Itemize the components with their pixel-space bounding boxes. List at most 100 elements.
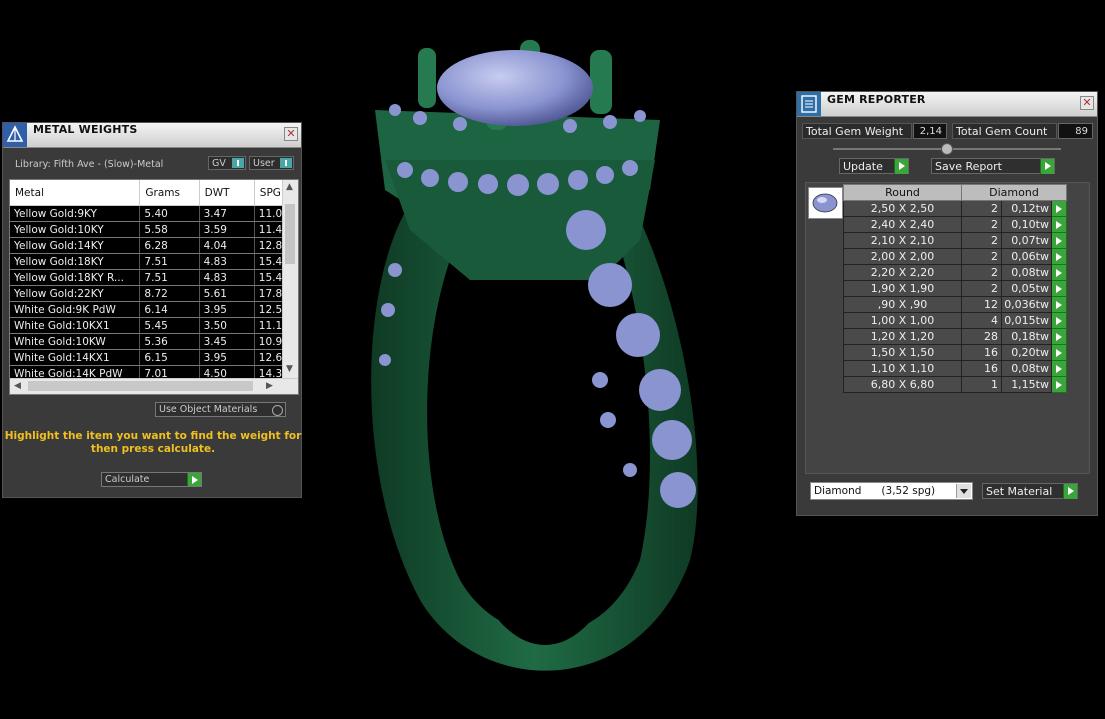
table-row[interactable]: 2,10 X 2,10 2 0,07tw: [843, 232, 1067, 249]
metal-weights-title: METAL WEIGHTS: [33, 123, 138, 136]
chevron-down-icon[interactable]: [956, 484, 971, 498]
scroll-left-icon[interactable]: ◀: [14, 382, 21, 391]
scroll-up-icon[interactable]: ▲: [286, 183, 293, 192]
cell-metal: Yellow Gold:18KY: [10, 253, 141, 270]
table-row[interactable]: 6,80 X 6,80 1 1,15tw: [843, 376, 1067, 393]
col-grams[interactable]: Grams: [139, 180, 200, 206]
table-row[interactable]: ,90 X ,90 12 0,036tw: [843, 296, 1067, 313]
table-row[interactable]: White Gold:14KX1 6.15 3.95 12.61: [10, 349, 298, 366]
cell-dwt: 4.83: [199, 253, 255, 270]
cell-count: 2: [961, 280, 1002, 297]
table-row[interactable]: Yellow Gold:18KY R... 7.51 4.83 15.41: [10, 269, 298, 286]
row-select-arrow-icon[interactable]: [1051, 296, 1067, 313]
col-shape: Round: [843, 184, 962, 201]
cell-metal: White Gold:9K PdW: [10, 301, 141, 318]
cell-weight: 0,10tw: [1001, 216, 1052, 233]
table-row[interactable]: 2,00 X 2,00 2 0,06tw: [843, 248, 1067, 265]
cell-dwt: 3.45: [199, 333, 255, 350]
table-row[interactable]: Yellow Gold:14KY 6.28 4.04 12.88: [10, 237, 298, 254]
table-row[interactable]: 2,40 X 2,40 2 0,10tw: [843, 216, 1067, 233]
cell-metal: Yellow Gold:9KY: [10, 205, 141, 222]
toggle-user[interactable]: User: [249, 156, 294, 170]
row-select-arrow-icon[interactable]: [1051, 200, 1067, 217]
cell-grams: 6.28: [139, 237, 200, 254]
toggle-gv-label: GV: [212, 158, 226, 169]
metal-table-hscroll[interactable]: ◀ ▶: [10, 378, 298, 394]
col-dwt[interactable]: DWT: [199, 180, 255, 206]
calculate-button[interactable]: Calculate: [101, 472, 202, 487]
close-icon[interactable]: ✕: [284, 127, 298, 141]
metal-table: Metal Grams DWT SPG Yellow Gold:9KY 5.40 3…: [10, 180, 298, 382]
row-select-arrow-icon[interactable]: [1051, 360, 1067, 377]
toggle-indicator-icon: [280, 158, 292, 168]
metal-table-header: Metal Grams DWT SPG: [10, 180, 298, 206]
col-metal[interactable]: Metal: [10, 180, 141, 206]
cell-size: 1,50 X 1,50: [843, 344, 962, 361]
col-material: Diamond: [961, 184, 1067, 201]
total-gem-weight-label: Total Gem Weight: [802, 123, 912, 139]
set-material-button[interactable]: Set Material: [982, 483, 1078, 499]
gem-report-icon: [797, 92, 821, 116]
cell-grams: 5.40: [139, 205, 200, 222]
cell-dwt: 4.83: [199, 269, 255, 286]
radio-icon[interactable]: [272, 405, 283, 416]
table-row[interactable]: White Gold:10KX1 5.45 3.50 11.18: [10, 317, 298, 334]
round-gem-thumbnail-icon[interactable]: [808, 187, 843, 219]
table-row[interactable]: Yellow Gold:10KY 5.58 3.59 11.45: [10, 221, 298, 238]
slider-handle[interactable]: [941, 143, 953, 155]
cell-size: ,90 X ,90: [843, 296, 962, 313]
gem-reporter-titlebar[interactable]: GEM REPORTER ✕: [797, 92, 1097, 117]
table-row[interactable]: 1,10 X 1,10 16 0,08tw: [843, 360, 1067, 377]
row-select-arrow-icon[interactable]: [1051, 216, 1067, 233]
row-select-arrow-icon[interactable]: [1051, 232, 1067, 249]
hscroll-thumb[interactable]: [28, 381, 253, 391]
table-row[interactable]: White Gold:10KW 5.36 3.45 10.99: [10, 333, 298, 350]
cell-count: 2: [961, 248, 1002, 265]
gem-table-header: Round Diamond: [843, 184, 1067, 201]
row-select-arrow-icon[interactable]: [1051, 344, 1067, 361]
table-row[interactable]: 2,20 X 2,20 2 0,08tw: [843, 264, 1067, 281]
metal-table-vscroll[interactable]: ▲ ▼: [282, 180, 298, 378]
cell-metal: White Gold:10KX1: [10, 317, 141, 334]
table-row[interactable]: Yellow Gold:9KY 5.40 3.47 11.08: [10, 205, 298, 222]
play-arrow-icon: [1063, 484, 1077, 499]
cell-weight: 0,08tw: [1001, 360, 1052, 377]
metal-weights-titlebar[interactable]: METAL WEIGHTS ✕: [3, 123, 301, 148]
table-row[interactable]: 1,50 X 1,50 16 0,20tw: [843, 344, 1067, 361]
material-dropdown[interactable]: Diamond (3,52 spg): [810, 482, 973, 500]
vscroll-thumb[interactable]: [285, 204, 295, 264]
cell-weight: 0,06tw: [1001, 248, 1052, 265]
cell-grams: 7.51: [139, 253, 200, 270]
cell-grams: 5.58: [139, 221, 200, 238]
table-row[interactable]: 2,50 X 2,50 2 0,12tw: [843, 200, 1067, 217]
save-report-button[interactable]: Save Report: [931, 158, 1055, 174]
use-object-materials-option[interactable]: Use Object Materials: [155, 402, 286, 417]
row-select-arrow-icon[interactable]: [1051, 264, 1067, 281]
cell-dwt: 3.59: [199, 221, 255, 238]
row-select-arrow-icon[interactable]: [1051, 328, 1067, 345]
hint-text-content: Highlight the item you want to find the …: [4, 430, 302, 455]
cell-size: 2,10 X 2,10: [843, 232, 962, 249]
cell-weight: 0,18tw: [1001, 328, 1052, 345]
scroll-right-icon[interactable]: ▶: [266, 382, 273, 391]
cell-metal: Yellow Gold:22KY: [10, 285, 141, 302]
row-select-arrow-icon[interactable]: [1051, 376, 1067, 393]
table-row[interactable]: Yellow Gold:22KY 8.72 5.61 17.89: [10, 285, 298, 302]
table-row[interactable]: Yellow Gold:18KY 7.51 4.83 15.41: [10, 253, 298, 270]
row-select-arrow-icon[interactable]: [1051, 312, 1067, 329]
row-select-arrow-icon[interactable]: [1051, 280, 1067, 297]
row-select-arrow-icon[interactable]: [1051, 248, 1067, 265]
toggle-gv[interactable]: GV: [208, 156, 246, 170]
table-row[interactable]: White Gold:9K PdW 6.14 3.95 12.59: [10, 301, 298, 318]
total-gem-count-value: 89: [1058, 123, 1093, 139]
cell-weight: 0,036tw: [1001, 296, 1052, 313]
scroll-down-icon[interactable]: ▼: [286, 365, 293, 374]
cell-count: 1: [961, 376, 1002, 393]
close-icon[interactable]: ✕: [1080, 96, 1094, 110]
table-row[interactable]: 1,90 X 1,90 2 0,05tw: [843, 280, 1067, 297]
cell-count: 2: [961, 232, 1002, 249]
table-row[interactable]: 1,00 X 1,00 4 0,015tw: [843, 312, 1067, 329]
cell-size: 1,90 X 1,90: [843, 280, 962, 297]
update-button[interactable]: Update: [839, 158, 909, 174]
table-row[interactable]: 1,20 X 1,20 28 0,18tw: [843, 328, 1067, 345]
